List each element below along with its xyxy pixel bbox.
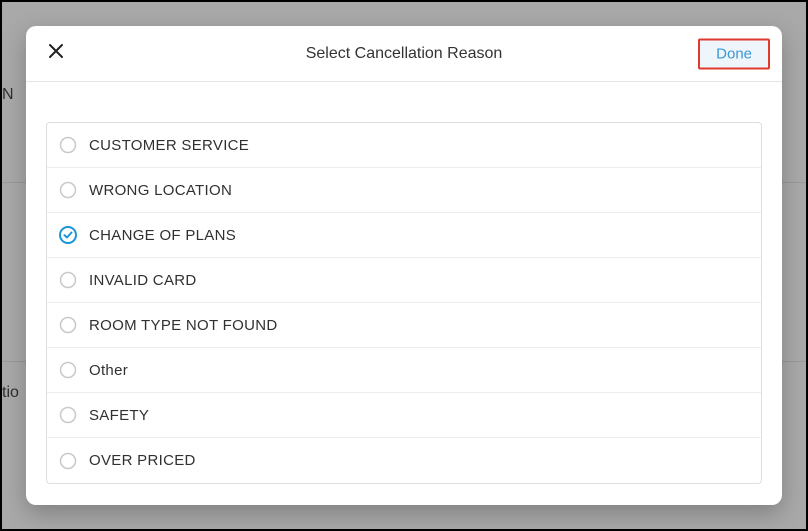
reason-item[interactable]: INVALID CARD	[47, 258, 761, 303]
reason-label: CUSTOMER SERVICE	[89, 137, 249, 154]
reason-label: WRONG LOCATION	[89, 182, 232, 199]
radio-unselected-icon	[59, 181, 77, 199]
modal-header: Select Cancellation Reason Done	[26, 26, 782, 82]
radio-selected-icon	[59, 226, 77, 244]
reason-item[interactable]: Other	[47, 348, 761, 393]
reason-label: OVER PRICED	[89, 452, 196, 469]
reason-item[interactable]: OVER PRICED	[47, 438, 761, 483]
modal-title: Select Cancellation Reason	[306, 45, 503, 63]
radio-unselected-icon	[59, 406, 77, 424]
radio-unselected-icon	[59, 271, 77, 289]
reason-list: CUSTOMER SERVICE WRONG LOCATION CHANGE OF …	[46, 122, 762, 484]
radio-unselected-icon	[59, 136, 77, 154]
close-button[interactable]	[46, 44, 66, 64]
done-button[interactable]: Done	[698, 38, 770, 69]
radio-unselected-icon	[59, 452, 77, 470]
background-overlay: N tio Select Cancellation Reason Done CU…	[2, 2, 806, 529]
reason-label: CHANGE OF PLANS	[89, 227, 236, 244]
background-text-partial-2: tio	[2, 384, 19, 402]
reason-label: ROOM TYPE NOT FOUND	[89, 317, 278, 334]
reason-label: INVALID CARD	[89, 272, 197, 289]
close-icon	[48, 43, 64, 64]
reason-item[interactable]: CHANGE OF PLANS	[47, 213, 761, 258]
radio-unselected-icon	[59, 316, 77, 334]
reason-item[interactable]: WRONG LOCATION	[47, 168, 761, 213]
reason-item[interactable]: ROOM TYPE NOT FOUND	[47, 303, 761, 348]
cancellation-reason-modal: Select Cancellation Reason Done CUSTOMER…	[26, 26, 782, 505]
background-text-partial-1: N	[2, 86, 14, 104]
reason-item[interactable]: CUSTOMER SERVICE	[47, 123, 761, 168]
radio-unselected-icon	[59, 361, 77, 379]
reason-item[interactable]: SAFETY	[47, 393, 761, 438]
modal-body: CUSTOMER SERVICE WRONG LOCATION CHANGE OF …	[26, 82, 782, 505]
reason-label: Other	[89, 362, 128, 379]
reason-label: SAFETY	[89, 407, 149, 424]
